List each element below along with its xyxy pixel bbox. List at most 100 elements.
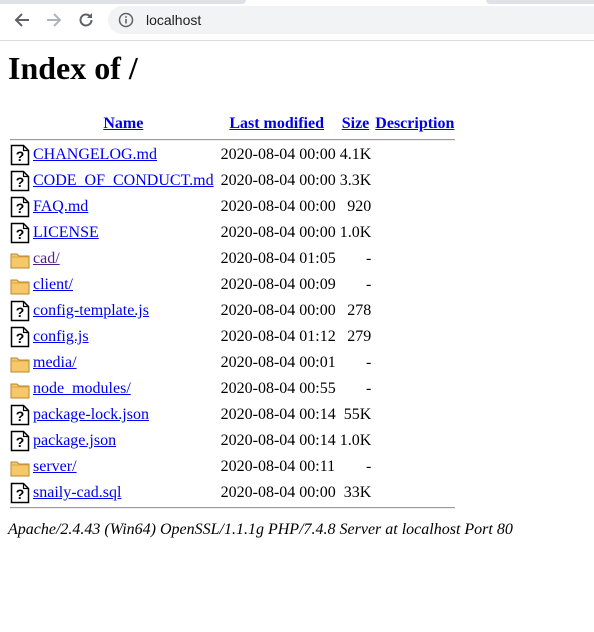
table-row: ? CHANGELOG.md 2020-08-04 00:00 4.1K bbox=[10, 143, 455, 167]
svg-text:?: ? bbox=[16, 330, 25, 346]
back-button[interactable] bbox=[11, 9, 33, 31]
file-name-cell: node_modules/ bbox=[32, 377, 215, 401]
table-row: ? package.json 2020-08-04 00:14 1.0K bbox=[10, 429, 455, 453]
icon-header bbox=[10, 111, 30, 137]
size-cell: 279 bbox=[347, 328, 372, 345]
file-name-cell: server/ bbox=[32, 455, 215, 479]
divider bbox=[10, 507, 456, 509]
file-link[interactable]: LICENSE bbox=[33, 224, 99, 241]
file-link[interactable]: CODE_OF_CONDUCT.md bbox=[33, 172, 214, 189]
divider-row bbox=[10, 507, 456, 509]
url-text[interactable]: localhost bbox=[146, 12, 201, 28]
svg-text:?: ? bbox=[16, 434, 25, 450]
file-name-cell: package.json bbox=[32, 429, 215, 453]
svg-text:?: ? bbox=[16, 408, 25, 424]
reload-icon bbox=[79, 13, 93, 27]
table-row: ? CODE_OF_CONDUCT.md 2020-08-04 00:00 3.3K bbox=[10, 169, 455, 193]
unknown-file-icon: ? bbox=[10, 143, 30, 167]
svg-text:?: ? bbox=[16, 486, 25, 502]
sort-by-name-link[interactable]: Name bbox=[103, 115, 143, 132]
table-row: ? FAQ.md 2020-08-04 00:00 920 bbox=[10, 195, 455, 219]
sort-by-size-link[interactable]: Size bbox=[342, 115, 370, 132]
description-header: Description bbox=[374, 111, 455, 137]
sort-by-description-link[interactable]: Description bbox=[375, 115, 454, 132]
size-cell: 1.0K bbox=[339, 432, 372, 449]
modified-cell: 2020-08-04 00:14 bbox=[220, 432, 336, 449]
table-row: cad/2020-08-04 01:05 - bbox=[10, 247, 455, 271]
modified-cell: 2020-08-04 00:00 bbox=[220, 224, 336, 241]
file-name-cell: LICENSE bbox=[32, 221, 215, 245]
modified-cell: 2020-08-04 00:00 bbox=[220, 172, 336, 189]
modified-cell: 2020-08-04 00:11 bbox=[220, 458, 336, 475]
arrow-left-icon bbox=[14, 13, 29, 27]
modified-cell: 2020-08-04 00:55 bbox=[220, 380, 336, 397]
modified-cell: 2020-08-04 00:01 bbox=[220, 354, 336, 371]
modified-cell: 2020-08-04 00:00 bbox=[220, 198, 336, 215]
file-name-cell: FAQ.md bbox=[32, 195, 215, 219]
description-cell bbox=[374, 481, 455, 505]
file-link[interactable]: node_modules/ bbox=[33, 380, 131, 397]
unknown-file-icon: ? bbox=[10, 429, 30, 453]
file-link[interactable]: snaily-cad.sql bbox=[33, 484, 121, 501]
table-row: ? LICENSE 2020-08-04 00:00 1.0K bbox=[10, 221, 455, 245]
size-cell: 55K bbox=[343, 406, 372, 423]
file-name-cell: CODE_OF_CONDUCT.md bbox=[32, 169, 215, 193]
size-cell: - bbox=[365, 458, 372, 475]
description-cell bbox=[374, 403, 455, 427]
file-name-cell: CHANGELOG.md bbox=[32, 143, 215, 167]
table-row: client/2020-08-04 00:09 - bbox=[10, 273, 455, 297]
description-cell bbox=[374, 273, 455, 297]
modified-cell: 2020-08-04 00:00 bbox=[220, 484, 336, 501]
address-bar[interactable]: localhost bbox=[108, 6, 594, 34]
divider-row bbox=[10, 139, 456, 141]
file-name-cell: package-lock.json bbox=[32, 403, 215, 427]
file-name-cell: cad/ bbox=[32, 247, 215, 271]
svg-text:?: ? bbox=[16, 304, 25, 320]
size-cell: - bbox=[365, 250, 372, 267]
table-row: ? snaily-cad.sql 2020-08-04 00:00 33K bbox=[10, 481, 455, 505]
file-link[interactable]: cad/ bbox=[33, 250, 60, 267]
info-circle-icon[interactable] bbox=[118, 12, 134, 28]
file-link[interactable]: package.json bbox=[33, 432, 116, 449]
description-cell bbox=[374, 169, 455, 193]
unknown-file-icon: ? bbox=[10, 195, 30, 219]
file-link[interactable]: media/ bbox=[33, 354, 77, 371]
server-signature: Apache/2.4.43 (Win64) OpenSSL/1.1.1g PHP… bbox=[8, 521, 513, 538]
folder-icon bbox=[10, 273, 30, 297]
size-cell: 3.3K bbox=[339, 172, 372, 189]
forward-button[interactable] bbox=[43, 9, 65, 31]
size-cell: - bbox=[365, 276, 372, 293]
file-name-cell: client/ bbox=[32, 273, 215, 297]
page-title: Index of / bbox=[8, 50, 138, 86]
folder-icon bbox=[10, 377, 30, 401]
description-cell bbox=[374, 195, 455, 219]
file-link[interactable]: server/ bbox=[33, 458, 77, 475]
file-link[interactable]: FAQ.md bbox=[33, 198, 88, 215]
file-link[interactable]: config.js bbox=[33, 328, 89, 345]
svg-text:?: ? bbox=[16, 148, 25, 164]
modified-cell: 2020-08-04 00:00 bbox=[220, 146, 336, 163]
name-header: Name bbox=[32, 111, 215, 137]
file-link[interactable]: CHANGELOG.md bbox=[33, 146, 157, 163]
description-cell bbox=[374, 351, 455, 375]
description-cell bbox=[374, 299, 455, 323]
modified-cell: 2020-08-04 01:12 bbox=[220, 328, 336, 345]
folder-icon bbox=[10, 247, 30, 271]
unknown-file-icon: ? bbox=[10, 481, 30, 505]
size-cell: 33K bbox=[343, 484, 372, 501]
file-name-cell: config-template.js bbox=[32, 299, 215, 323]
description-cell bbox=[374, 221, 455, 245]
file-link[interactable]: package-lock.json bbox=[33, 406, 149, 423]
reload-button[interactable] bbox=[75, 9, 97, 31]
description-cell bbox=[374, 429, 455, 453]
arrow-right-icon bbox=[47, 13, 62, 27]
size-cell: 1.0K bbox=[339, 224, 372, 241]
file-link[interactable]: config-template.js bbox=[33, 302, 149, 319]
file-link[interactable]: client/ bbox=[33, 276, 73, 293]
size-cell: 920 bbox=[347, 198, 372, 215]
size-cell: 278 bbox=[347, 302, 372, 319]
file-name-cell: snaily-cad.sql bbox=[32, 481, 215, 505]
modified-cell: 2020-08-04 01:05 bbox=[220, 250, 336, 267]
unknown-file-icon: ? bbox=[10, 325, 30, 349]
sort-by-modified-link[interactable]: Last modified bbox=[229, 115, 324, 132]
